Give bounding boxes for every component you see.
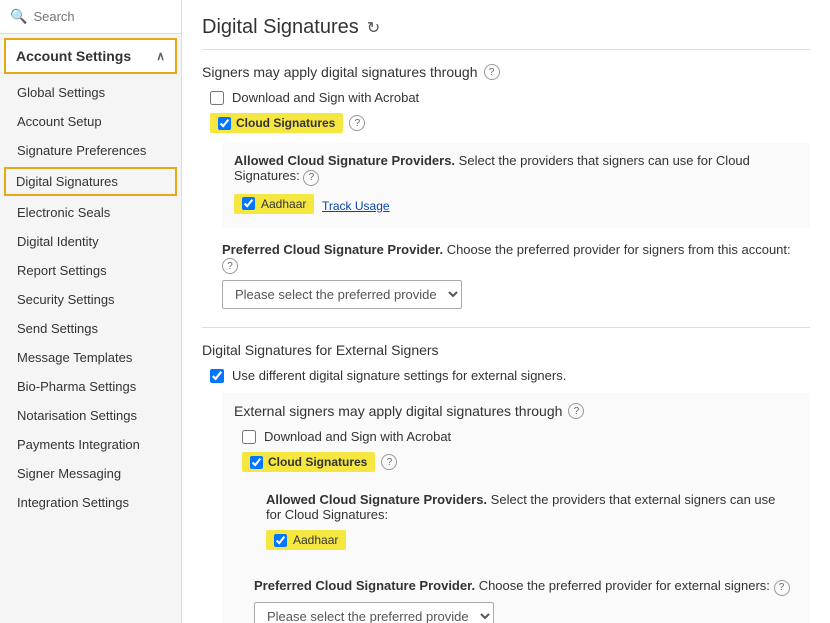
allowed-providers-section: Allowed Cloud Signature Providers. Selec… bbox=[222, 143, 810, 228]
cloud-signatures-label: Cloud Signatures bbox=[236, 116, 335, 130]
aadhaar-badge: Aadhaar bbox=[234, 194, 314, 214]
allowed-providers-title: Allowed Cloud Signature Providers. Selec… bbox=[234, 153, 798, 186]
sidebar-item-global-settings[interactable]: Global Settings bbox=[0, 78, 181, 107]
download-sign-acrobat-label: Download and Sign with Acrobat bbox=[232, 90, 419, 105]
chevron-up-icon: ∧ bbox=[156, 49, 165, 63]
help-icon-external-cloud-sig[interactable]: ? bbox=[381, 454, 397, 470]
external-download-sign-label: Download and Sign with Acrobat bbox=[264, 429, 451, 444]
page-title: Digital Signatures bbox=[202, 16, 359, 39]
sidebar-item-security-settings[interactable]: Security Settings bbox=[0, 285, 181, 314]
help-icon-cloud-sig[interactable]: ? bbox=[349, 115, 365, 131]
external-diff-settings-label: Use different digital signature settings… bbox=[232, 368, 566, 383]
section-signers: Signers may apply digital signatures thr… bbox=[202, 64, 810, 309]
preferred-provider-label: Preferred Cloud Signature Provider. Choo… bbox=[222, 242, 810, 275]
external-cloud-signatures-badge: Cloud Signatures bbox=[242, 452, 375, 472]
external-download-sign-checkbox[interactable] bbox=[242, 430, 256, 444]
cloud-signatures-badge: Cloud Signatures bbox=[210, 113, 343, 133]
external-aadhaar-checkbox[interactable] bbox=[274, 534, 287, 547]
main-content: Digital Signatures ↻ Signers may apply d… bbox=[182, 0, 830, 623]
cloud-signatures-checkbox[interactable] bbox=[218, 117, 231, 130]
nav-list: Global Settings Account Setup Signature … bbox=[0, 78, 181, 517]
external-allowed-providers-title: Allowed Cloud Signature Providers. Selec… bbox=[266, 492, 786, 522]
account-settings-label: Account Settings bbox=[16, 48, 131, 64]
sidebar-item-electronic-seals[interactable]: Electronic Seals bbox=[0, 198, 181, 227]
page-title-row: Digital Signatures ↻ bbox=[202, 16, 810, 50]
download-sign-acrobat-row: Download and Sign with Acrobat bbox=[202, 90, 810, 105]
external-signers-subsection: External signers may apply digital signa… bbox=[222, 393, 810, 623]
sidebar-item-signer-messaging[interactable]: Signer Messaging bbox=[0, 459, 181, 488]
external-cloud-signatures-row: Cloud Signatures ? bbox=[234, 452, 798, 472]
search-icon: 🔍 bbox=[10, 8, 27, 25]
sidebar-item-integration-settings[interactable]: Integration Settings bbox=[0, 488, 181, 517]
account-settings-header[interactable]: Account Settings ∧ bbox=[4, 38, 177, 74]
external-preferred-provider-section: Preferred Cloud Signature Provider. Choo… bbox=[254, 578, 798, 623]
search-box[interactable]: 🔍 bbox=[0, 0, 181, 34]
external-allowed-providers-section: Allowed Cloud Signature Providers. Selec… bbox=[254, 482, 798, 564]
preferred-provider-select[interactable]: Please select the preferred provider bbox=[222, 280, 462, 309]
section-external-signers: Digital Signatures for External Signers … bbox=[202, 327, 810, 623]
section2-title: Digital Signatures for External Signers bbox=[202, 342, 810, 358]
sidebar-item-notarisation-settings[interactable]: Notarisation Settings bbox=[0, 401, 181, 430]
external-aadhaar-label: Aadhaar bbox=[293, 533, 338, 547]
track-usage-link[interactable]: Track Usage bbox=[322, 199, 390, 213]
help-icon-external-subsection[interactable]: ? bbox=[568, 403, 584, 419]
sidebar-item-payments-integration[interactable]: Payments Integration bbox=[0, 430, 181, 459]
help-icon-section1[interactable]: ? bbox=[484, 64, 500, 80]
external-cloud-signatures-label: Cloud Signatures bbox=[268, 455, 367, 469]
help-icon-preferred[interactable]: ? bbox=[222, 258, 238, 274]
aadhaar-provider-row: Aadhaar Track Usage bbox=[234, 194, 798, 218]
preferred-provider-section: Preferred Cloud Signature Provider. Choo… bbox=[222, 242, 810, 310]
refresh-icon[interactable]: ↻ bbox=[367, 18, 380, 38]
sidebar-item-message-templates[interactable]: Message Templates bbox=[0, 343, 181, 372]
external-aadhaar-row: Aadhaar bbox=[266, 530, 786, 554]
sidebar-item-digital-signatures[interactable]: Digital Signatures bbox=[4, 167, 177, 196]
external-diff-settings-checkbox[interactable] bbox=[210, 369, 224, 383]
search-input[interactable] bbox=[33, 9, 171, 24]
external-preferred-provider-select[interactable]: Please select the preferred provider bbox=[254, 602, 494, 623]
external-cloud-signatures-checkbox[interactable] bbox=[250, 456, 263, 469]
section1-title: Signers may apply digital signatures thr… bbox=[202, 64, 810, 80]
aadhaar-label: Aadhaar bbox=[261, 197, 306, 211]
help-icon-allowed[interactable]: ? bbox=[303, 170, 319, 186]
sidebar: 🔍 Account Settings ∧ Global Settings Acc… bbox=[0, 0, 182, 623]
download-sign-acrobat-checkbox[interactable] bbox=[210, 91, 224, 105]
aadhaar-checkbox[interactable] bbox=[242, 197, 255, 210]
external-preferred-provider-label: Preferred Cloud Signature Provider. Choo… bbox=[254, 578, 798, 596]
sidebar-item-digital-identity[interactable]: Digital Identity bbox=[0, 227, 181, 256]
sidebar-item-report-settings[interactable]: Report Settings bbox=[0, 256, 181, 285]
external-diff-settings-row: Use different digital signature settings… bbox=[202, 368, 810, 383]
cloud-signatures-row: Cloud Signatures ? bbox=[202, 113, 810, 133]
sidebar-item-signature-preferences[interactable]: Signature Preferences bbox=[0, 136, 181, 165]
help-icon-external-preferred[interactable]: ? bbox=[774, 580, 790, 596]
external-aadhaar-badge: Aadhaar bbox=[266, 530, 346, 550]
sidebar-item-bio-pharma-settings[interactable]: Bio-Pharma Settings bbox=[0, 372, 181, 401]
external-subsection-title: External signers may apply digital signa… bbox=[234, 403, 798, 419]
sidebar-item-send-settings[interactable]: Send Settings bbox=[0, 314, 181, 343]
sidebar-item-account-setup[interactable]: Account Setup bbox=[0, 107, 181, 136]
external-download-sign-row: Download and Sign with Acrobat bbox=[234, 429, 798, 444]
